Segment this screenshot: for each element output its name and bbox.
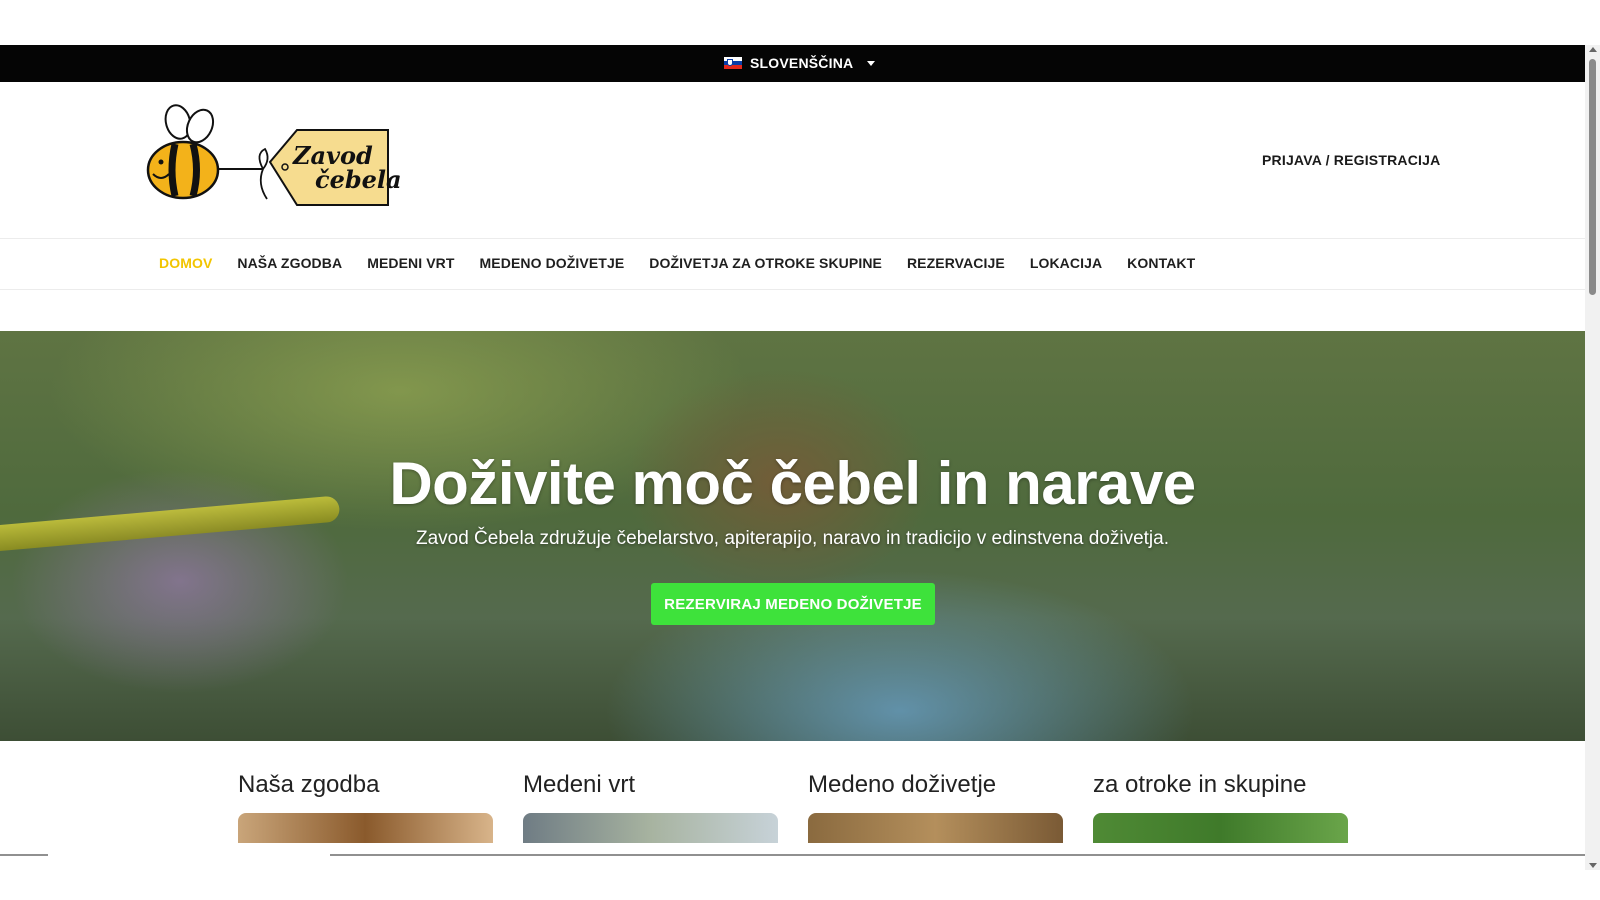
card-image xyxy=(238,813,493,843)
card-image xyxy=(1093,813,1348,843)
nav-item-kontakt[interactable]: KONTAKT xyxy=(1127,255,1195,271)
card-image xyxy=(523,813,778,843)
card-image xyxy=(808,813,1063,843)
nav-item-dozivetja-za-otroke[interactable]: DOŽIVETJA ZA OTROKE SKUPINE xyxy=(649,255,882,271)
card-za-otroke[interactable]: za otroke in skupine xyxy=(1093,771,1348,843)
hero-banner: Doživite moč čebel in narave Zavod Čebel… xyxy=(0,331,1585,741)
scroll-up-icon[interactable] xyxy=(1589,47,1597,52)
feature-cards: Naša zgodba Medeni vrt Medeno doživetje … xyxy=(0,741,1585,870)
slovenia-flag-icon xyxy=(724,57,742,69)
nav-item-rezervacije[interactable]: REZERVACIJE xyxy=(907,255,1005,271)
login-register-link[interactable]: PRIJAVA / REGISTRACIJA xyxy=(1262,152,1440,168)
scroll-down-icon[interactable] xyxy=(1589,863,1597,868)
vertical-scrollbar[interactable] xyxy=(1585,45,1600,870)
vertical-scroll-thumb[interactable] xyxy=(1589,59,1596,295)
hero-title: Doživite moč čebel in narave xyxy=(389,450,1196,517)
nav-item-medeno-dozivetje[interactable]: MEDENO DOŽIVETJE xyxy=(480,255,625,271)
nav-item-domov[interactable]: DOMOV xyxy=(159,255,212,271)
language-label: SLOVENŠČINA xyxy=(750,55,854,71)
nav-item-medeni-vrt[interactable]: MEDENI VRT xyxy=(367,255,454,271)
chevron-down-icon xyxy=(867,60,876,66)
card-title: za otroke in skupine xyxy=(1093,771,1307,798)
card-nasa-zgodba[interactable]: Naša zgodba xyxy=(238,771,493,843)
language-bar: SLOVENŠČINA xyxy=(0,45,1585,82)
card-medeno-dozivetje[interactable]: Medeno doživetje xyxy=(808,771,1063,843)
nav-item-nasa-zgodba[interactable]: NAŠA ZGODBA xyxy=(237,255,342,271)
site-header: Zavod čebela PRIJAVA / REGISTRACIJA xyxy=(0,82,1585,238)
logo-text-line2: čebela xyxy=(315,165,400,194)
site-logo[interactable]: Zavod čebela xyxy=(145,102,402,212)
card-title: Naša zgodba xyxy=(238,771,380,798)
card-title: Medeni vrt xyxy=(523,771,636,798)
language-selector[interactable]: SLOVENŠČINA xyxy=(724,55,876,71)
card-medeni-vrt[interactable]: Medeni vrt xyxy=(523,771,778,843)
nav-item-lokacija[interactable]: LOKACIJA xyxy=(1030,255,1102,271)
reserve-experience-button[interactable]: REZERVIRAJ MEDENO DOŽIVETJE xyxy=(651,583,935,625)
divider xyxy=(0,854,1585,856)
browser-viewport: SLOVENŠČINA Zavod čebela PRIJAVA / REGIS… xyxy=(0,45,1585,870)
card-title: Medeno doživetje xyxy=(808,771,997,798)
hero-subtitle: Zavod Čebela združuje čebelarstvo, apite… xyxy=(415,528,1170,549)
main-navigation: DOMOV NAŠA ZGODBA MEDENI VRT MEDENO DOŽI… xyxy=(0,238,1585,290)
